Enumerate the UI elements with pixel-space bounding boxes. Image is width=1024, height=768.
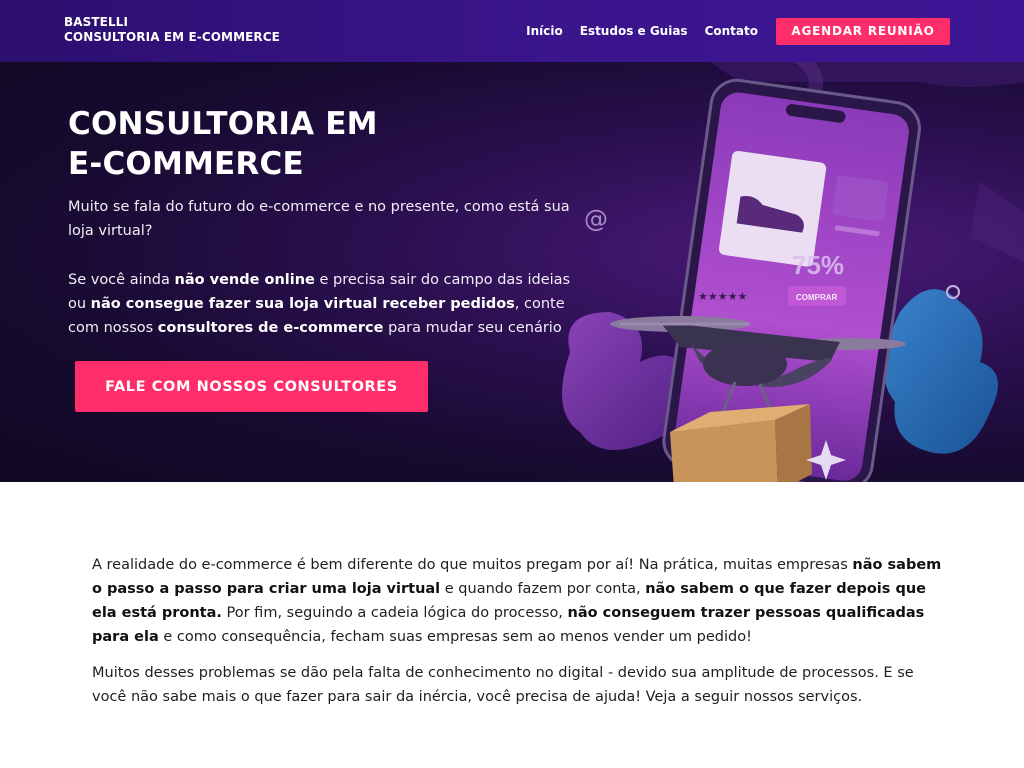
schedule-meeting-button[interactable]: AGENDAR REUNIÃO bbox=[776, 17, 950, 45]
hero-section: CONSULTORIA EM E-COMMERCE Muito se fala … bbox=[0, 62, 1024, 482]
rating-stars: ★★★★★ bbox=[698, 290, 747, 303]
hero-pitch-d: não consegue fazer sua loja virtual rece… bbox=[90, 296, 515, 312]
talk-to-consultants-button[interactable]: FALE COM NOSSOS CONSULTORES bbox=[75, 361, 428, 412]
hero-pitch-a: Se você ainda bbox=[68, 272, 175, 288]
brand-logo[interactable]: BASTELLI CONSULTORIA EM E-COMMERCE bbox=[64, 15, 280, 45]
discount-text: 75% bbox=[792, 250, 844, 280]
intro-p1-a: A realidade do e-commerce é bem diferent… bbox=[92, 557, 853, 573]
blue-blob-right bbox=[883, 289, 998, 454]
hero-pitch-text: Se você ainda não vende online e precisa… bbox=[68, 268, 588, 340]
nav-estudos-guias[interactable]: Estudos e Guias bbox=[580, 17, 688, 45]
site-header: BASTELLI CONSULTORIA EM E-COMMERCE Iníci… bbox=[0, 0, 1024, 62]
hero-intro-text: Muito se fala do futuro do e-commerce e … bbox=[68, 199, 570, 239]
intro-p1-g: e como consequência, fecham suas empresa… bbox=[158, 629, 752, 645]
hero-pitch-b: não vende online bbox=[174, 272, 315, 288]
main-nav: Início Estudos e Guias Contato AGENDAR R… bbox=[526, 17, 950, 45]
intro-paragraph-2: Muitos desses problemas se dão pela falt… bbox=[92, 665, 914, 705]
buy-button-illus: COMPRAR bbox=[788, 286, 846, 306]
intro-content: A realidade do e-commerce é bem diferent… bbox=[92, 553, 942, 721]
hero-title-line-2: E-COMMERCE bbox=[68, 146, 304, 182]
hero-pitch-g: para mudar seu cenário bbox=[383, 320, 562, 336]
hero-illustration: 75% COMPRAR ★★★★★ @ bbox=[562, 62, 1024, 482]
intro-paragraph-1: A realidade do e-commerce é bem diferent… bbox=[92, 553, 942, 649]
nav-inicio[interactable]: Início bbox=[526, 17, 563, 45]
hero-title-line-1: CONSULTORIA EM bbox=[68, 106, 378, 142]
brand-line-1: BASTELLI bbox=[64, 15, 129, 29]
hero-title: CONSULTORIA EM E-COMMERCE bbox=[68, 104, 488, 184]
hero-pitch-f: consultores de e-commerce bbox=[157, 320, 384, 336]
intro-p1-e: Por fim, seguindo a cadeia lógica do pro… bbox=[221, 605, 568, 621]
svg-text:COMPRAR: COMPRAR bbox=[796, 293, 838, 302]
brand-line-2: CONSULTORIA EM E-COMMERCE bbox=[64, 30, 280, 44]
bg-leaf bbox=[970, 182, 1024, 262]
at-sign-icon: @ bbox=[584, 205, 608, 233]
intro-p1-c: e quando fazem por conta, bbox=[440, 581, 646, 597]
nav-contato[interactable]: Contato bbox=[705, 17, 758, 45]
